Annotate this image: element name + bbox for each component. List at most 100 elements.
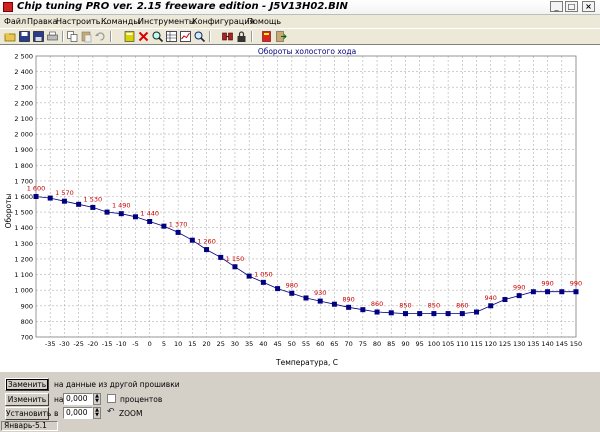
x-tick-label: 20 [202,340,210,348]
chart-title: Обороты холостого хода [258,47,356,56]
data-label: 930 [314,289,326,297]
data-point [545,289,551,295]
open-icon[interactable] [4,30,17,43]
percent-label: процентов [120,395,163,404]
data-point [260,279,266,285]
save-as-icon[interactable] [32,30,45,43]
data-point [488,303,494,309]
x-tick-label: 125 [499,340,511,348]
y-tick-label: 1 000 [14,287,33,295]
link-icon[interactable] [221,30,234,43]
paste-icon[interactable] [80,30,93,43]
x-tick-label: 95 [416,340,424,348]
y-tick-label: 2 200 [14,99,33,107]
y-tick-label: 2 500 [14,53,33,61]
data-label: 850 [428,302,440,310]
menu-configuration[interactable]: Конфигурация [192,17,254,26]
data-point [33,194,39,199]
maximize-button[interactable]: □ [565,1,578,12]
zoom-icon[interactable] [151,30,164,43]
x-tick-label: 50 [288,340,296,348]
close-button[interactable]: × [582,1,595,12]
x-tick-label: 30 [231,340,239,348]
set-value-spinner[interactable]: ▲ ▼ [93,407,101,419]
data-point [204,247,210,253]
replace-button[interactable]: Заменить [5,378,49,391]
data-point [246,273,252,279]
set-button[interactable]: Установить [5,407,51,420]
data-point [90,204,96,210]
chart-panel: Обороты холостого хода Обороты Температу… [0,44,600,371]
chart-data-labels: 1 600 1 570 1 530 1 490 1 440 1 370 1 260 1 150… [27,185,583,310]
data-point [559,289,565,295]
x-tick-label: 40 [259,340,267,348]
menu-commands[interactable]: Команды [101,17,140,26]
data-point [388,310,394,316]
menu-tools[interactable]: Инструменты [138,17,195,26]
toolbar [0,28,600,45]
menu-help[interactable]: Помощь [247,17,281,26]
menu-edit[interactable]: Правка [27,17,57,26]
lock-icon[interactable] [235,30,248,43]
data-point [317,298,323,304]
print-icon[interactable] [46,30,59,43]
x-tick-label: -35 [45,340,56,348]
replace-description: на данные из другой прошивки [54,380,180,389]
data-label: 1 370 [169,220,188,228]
percent-checkbox[interactable] [107,394,116,403]
zoom-label[interactable]: ZOOM [119,409,142,418]
x-tick-label: 135 [527,340,539,348]
copy-icon[interactable] [66,30,79,43]
data-label: 1 490 [112,202,131,210]
compare-icon[interactable] [193,30,206,43]
data-point [516,293,522,299]
data-label: 1 570 [55,189,74,197]
data-label: 860 [371,300,383,308]
zoom-undo-icon[interactable]: ↶ [107,407,115,417]
data-point [218,254,224,260]
x-tick-label: 110 [456,340,468,348]
data-point [346,304,352,310]
change-button[interactable]: Изменить [5,393,49,406]
menu-file[interactable]: Файл [4,17,26,26]
window-title: Chip tuning PRO ver. 2.15 freeware editi… [17,1,348,12]
table-icon[interactable] [165,30,178,43]
book-icon[interactable] [260,30,273,43]
app-icon [3,2,13,12]
data-label: 990 [570,280,582,288]
exit-icon[interactable] [274,30,287,43]
data-label: 860 [456,302,468,310]
x-tick-label: 115 [470,340,482,348]
data-point [189,237,195,243]
data-point [289,290,295,296]
y-axis-label: Обороты [4,194,13,229]
x-tick-label: -15 [102,340,113,348]
y-tick-label: 1 200 [14,255,33,263]
calculator-icon[interactable] [123,30,136,43]
data-point [47,195,53,201]
change-value-spinner[interactable]: ▲ ▼ [93,393,101,405]
data-label: 990 [513,284,525,292]
x-tick-label: 145 [556,340,568,348]
idle-rpm-chart[interactable]: Обороты холостого хода Обороты Температу… [0,45,600,371]
data-label: 940 [485,294,497,302]
y-tick-label: 2 400 [14,68,33,76]
change-value-input[interactable]: 0,000 [63,393,93,405]
x-tick-label: 70 [344,340,352,348]
data-point [573,289,579,295]
edit-controls-panel: Заменить на данные из другой прошивки Из… [0,371,600,421]
delete-icon[interactable] [137,30,150,43]
data-point [118,211,124,217]
undo-icon[interactable] [94,30,107,43]
graph-icon[interactable] [179,30,192,43]
x-tick-label: 100 [428,340,440,348]
data-point [417,311,423,317]
x-tick-label: -20 [88,340,99,348]
x-tick-label: 25 [217,340,225,348]
x-tick-label: 5 [162,340,166,348]
save-icon[interactable] [18,30,31,43]
data-point [502,297,508,303]
minimize-button[interactable]: _ [550,1,563,12]
set-value-input[interactable]: 0,000 [63,407,93,419]
data-point [132,214,138,220]
